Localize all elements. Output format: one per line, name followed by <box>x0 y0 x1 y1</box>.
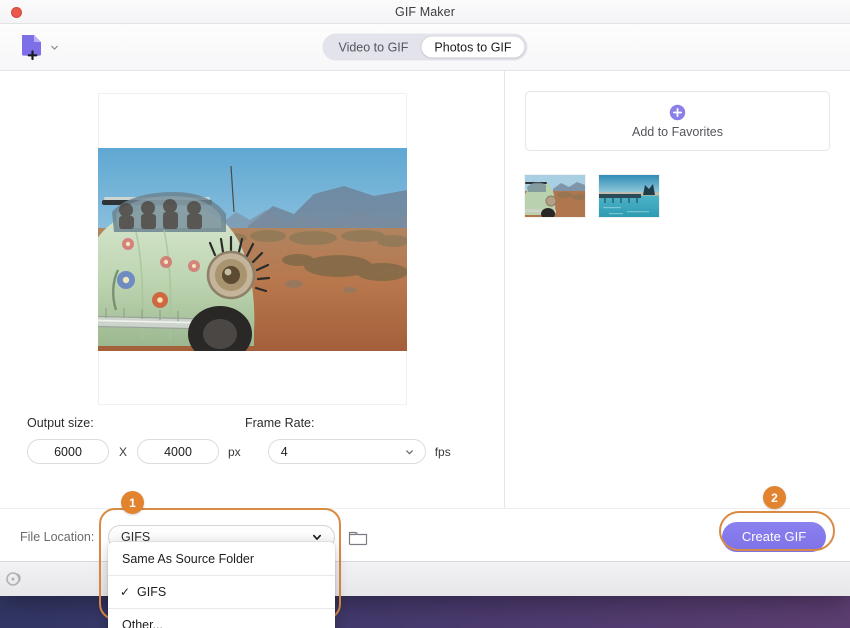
close-button[interactable] <box>11 7 22 18</box>
tab-photos-to-gif[interactable]: Photos to GIF <box>421 36 525 58</box>
menu-divider <box>108 608 335 609</box>
add-to-favorites-label: Add to Favorites <box>631 124 723 139</box>
plus-circle-icon <box>669 104 686 120</box>
output-settings: Output size: Frame Rate: 6000 X 4000 px … <box>27 416 467 464</box>
frame-rate-value: 4 <box>280 444 288 459</box>
output-size-label: Output size: <box>27 416 94 430</box>
output-height-input[interactable]: 4000 <box>137 439 219 464</box>
right-pane: Add to Favorites <box>505 71 850 508</box>
step-badge-1: 1 <box>121 491 144 514</box>
menu-item-same-as-source[interactable]: Same As Source Folder <box>108 544 335 574</box>
fps-unit-label: fps <box>434 444 451 459</box>
file-location-label: File Location: <box>20 529 95 544</box>
menu-item-label: GIFS <box>137 585 167 599</box>
window-title: GIF Maker <box>395 4 455 19</box>
thumbnail-beetle[interactable] <box>525 175 585 217</box>
chevron-down-icon <box>312 534 322 540</box>
thumbnail-pier[interactable] <box>599 175 659 217</box>
file-add-icon[interactable] <box>19 33 45 61</box>
preview-image <box>98 148 407 351</box>
output-width-input[interactable]: 6000 <box>27 439 109 464</box>
content-area: Output size: Frame Rate: 6000 X 4000 px … <box>0 71 850 508</box>
menu-item-other[interactable]: Other... <box>108 610 335 628</box>
px-unit-label: px <box>228 444 241 459</box>
chevron-down-icon[interactable] <box>50 43 59 52</box>
toolbar: Video to GIF Photos to GIF <box>0 24 850 71</box>
create-gif-button[interactable]: Create GIF <box>722 521 826 552</box>
folder-icon <box>348 531 368 545</box>
add-to-favorites-button[interactable]: Add to Favorites <box>525 91 830 151</box>
frame-rate-select[interactable]: 4 <box>267 439 426 464</box>
file-location-menu[interactable]: Same As Source Folder ✓ GIFS Other... <box>108 542 335 628</box>
title-bar: GIF Maker <box>0 0 850 24</box>
menu-divider <box>108 575 335 576</box>
menu-item-gifs[interactable]: ✓ GIFS <box>108 577 335 607</box>
menu-item-label: Other... <box>122 618 163 628</box>
menu-item-label: Same As Source Folder <box>122 552 255 566</box>
check-icon: ✓ <box>120 585 131 599</box>
left-pane: Output size: Frame Rate: 6000 X 4000 px … <box>0 71 505 508</box>
chevron-down-icon <box>405 449 413 454</box>
frame-rate-label: Frame Rate: <box>245 416 315 430</box>
size-multiply-symbol: X <box>118 444 127 459</box>
browse-folder-button[interactable] <box>348 528 368 546</box>
create-gif-wrap: Create GIF <box>722 521 826 552</box>
step-badge-2: 2 <box>763 486 786 509</box>
loading-icon <box>6 572 21 586</box>
mode-segmented-control[interactable]: Video to GIF Photos to GIF <box>322 33 528 61</box>
tab-video-to-gif[interactable]: Video to GIF <box>325 37 421 58</box>
thumbnail-list <box>525 175 830 217</box>
add-files-control[interactable] <box>19 33 59 61</box>
